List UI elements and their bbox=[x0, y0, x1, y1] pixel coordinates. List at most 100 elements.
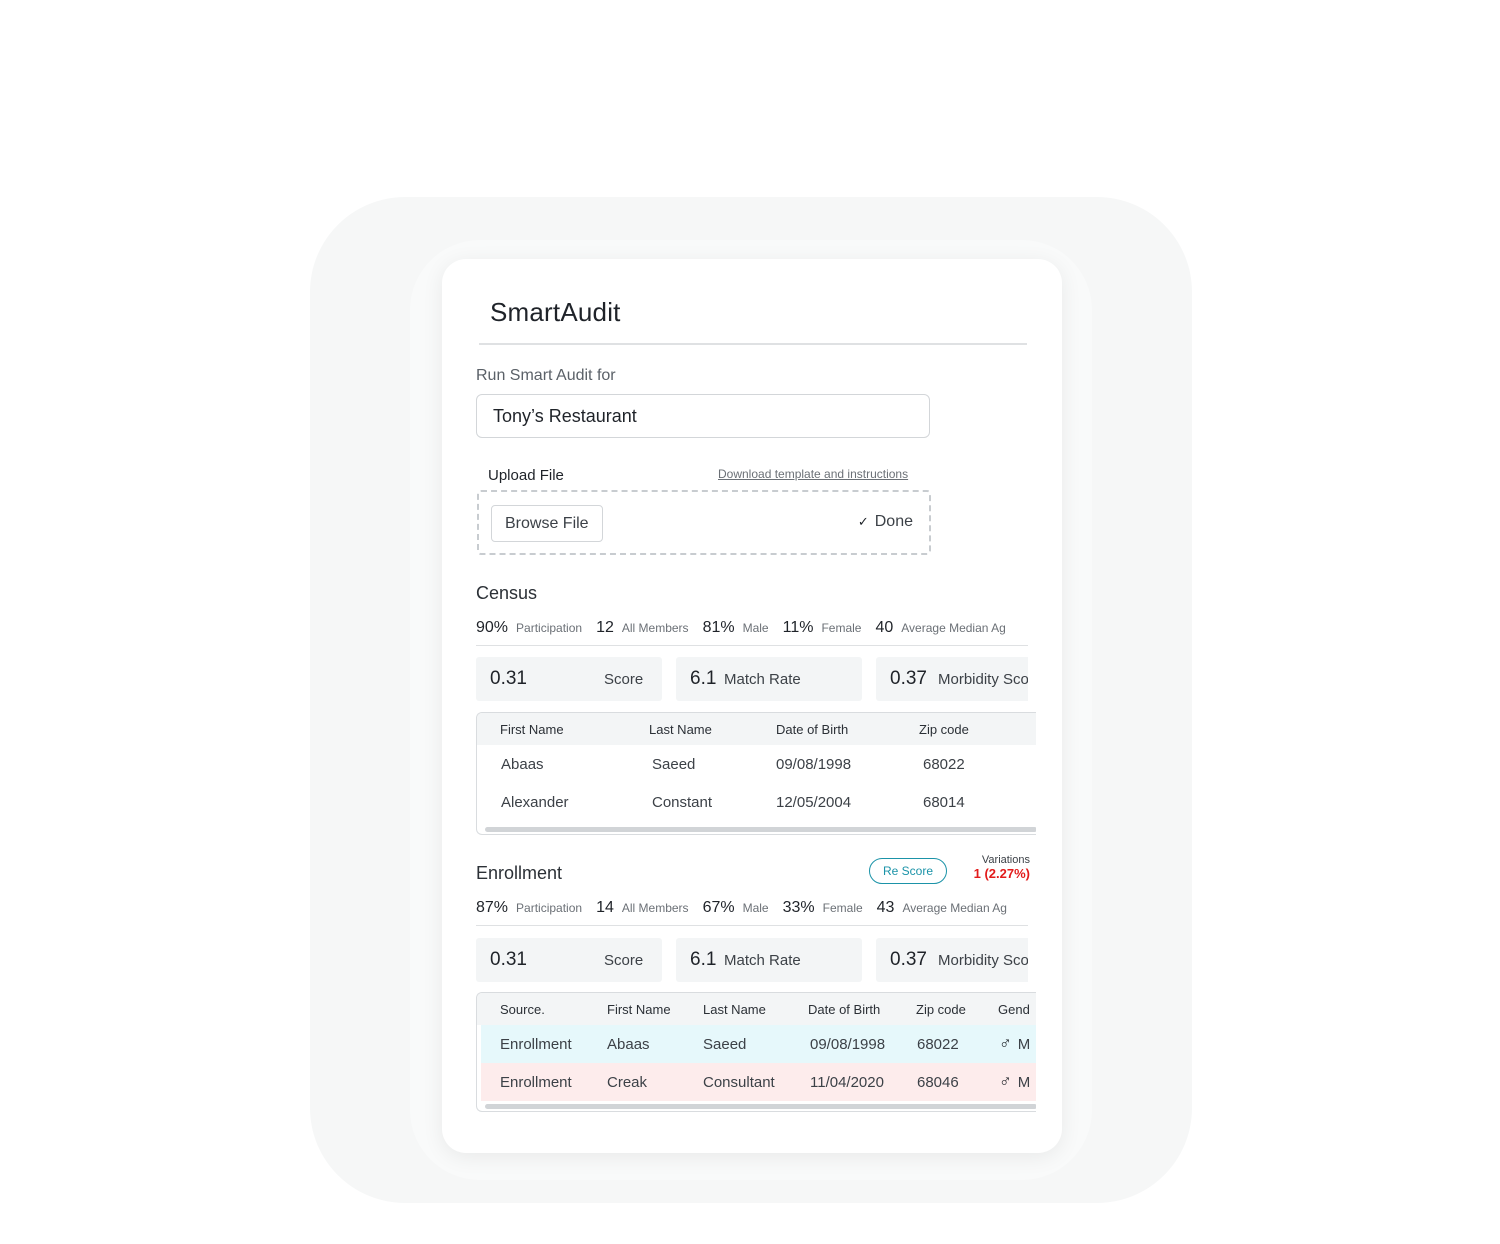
enrollment-stat-female: 33% Female bbox=[783, 899, 863, 917]
table-row[interactable]: Enrollment Creak Consultant 11/04/2020 6… bbox=[481, 1063, 1036, 1101]
cell-last-name: Consultant bbox=[703, 1073, 775, 1091]
stat-label: Female bbox=[821, 621, 862, 635]
enrollment-metric-match-rate: 6.1 Match Rate bbox=[676, 938, 862, 982]
browse-file-button[interactable]: Browse File bbox=[491, 505, 603, 542]
cell-zip: 68022 bbox=[923, 755, 965, 773]
census-stat-female: 11% Female bbox=[783, 619, 862, 637]
stat-value: 87% bbox=[476, 899, 509, 916]
stat-value: 14 bbox=[596, 899, 614, 916]
table-row[interactable]: Abaas Saeed 09/08/1998 68022 bbox=[477, 745, 1036, 783]
stat-label: Female bbox=[822, 901, 863, 915]
cell-gender: ♂ M bbox=[999, 1063, 1030, 1101]
stat-value: 33% bbox=[782, 899, 815, 916]
enrollment-table: Source. First Name Last Name Date of Bir… bbox=[476, 992, 1036, 1112]
column-header: Last Name bbox=[703, 1001, 766, 1017]
census-table: First Name Last Name Date of Birth Zip c… bbox=[476, 712, 1036, 835]
stat-value: 43 bbox=[876, 899, 895, 916]
cell-gender: ♂ M bbox=[999, 1025, 1030, 1063]
census-stat-male: 81% Male bbox=[703, 619, 769, 637]
enrollment-table-header: Source. First Name Last Name Date of Bir… bbox=[477, 993, 1036, 1025]
column-header: Zip code bbox=[916, 1001, 966, 1017]
rescore-button[interactable]: Re Score bbox=[869, 858, 947, 884]
horizontal-scrollbar[interactable] bbox=[485, 1104, 1036, 1109]
census-title: Census bbox=[476, 583, 538, 603]
stat-value: 11% bbox=[782, 619, 814, 636]
metric-value: 6.1 bbox=[690, 668, 717, 689]
cell-first-name: Creak bbox=[607, 1073, 648, 1091]
metric-value: 6.1 bbox=[690, 949, 717, 970]
enrollment-metric-morbidity: 0.37 Morbidity Sco bbox=[876, 938, 1028, 982]
census-metric-score: 0.31 Score bbox=[476, 657, 662, 701]
enrollment-title: Enrollment bbox=[476, 863, 563, 883]
metric-label: Score bbox=[604, 952, 644, 969]
stat-label: All Members bbox=[621, 901, 689, 915]
cell-last-name: Saeed bbox=[652, 755, 696, 773]
stat-label: Male bbox=[742, 621, 769, 635]
download-template-link[interactable]: Download template and instructions bbox=[718, 467, 908, 481]
upload-dropzone[interactable]: Browse File ✓ Done bbox=[477, 490, 931, 555]
metric-value: 0.37 bbox=[890, 949, 927, 970]
table-row[interactable]: Enrollment Abaas Saeed 09/08/1998 68022 … bbox=[481, 1025, 1036, 1063]
census-metric-match-rate: 6.1 Match Rate bbox=[676, 657, 862, 701]
enrollment-metrics: 0.31 Score 6.1 Match Rate 0.37 Morbidity… bbox=[476, 938, 1028, 982]
stat-label: Average Median Ag bbox=[901, 621, 1006, 635]
column-header: Gend bbox=[998, 1001, 1030, 1017]
cell-first-name: Alexander bbox=[501, 793, 569, 811]
column-header: Source. bbox=[500, 1001, 545, 1017]
column-header: Date of Birth bbox=[776, 721, 849, 737]
cell-dob: 09/08/1998 bbox=[810, 1035, 886, 1053]
metric-value: 0.37 bbox=[890, 668, 927, 689]
enrollment-stats: 87% Participation 14 All Members 67% Mal… bbox=[476, 899, 1028, 917]
metric-value: 0.31 bbox=[490, 949, 527, 970]
census-metric-morbidity: 0.37 Morbidity Sco bbox=[876, 657, 1028, 701]
variations-summary: Variations 1 (2.27%) bbox=[968, 854, 1030, 881]
column-header: Zip code bbox=[919, 721, 969, 737]
upload-status-text: Done bbox=[874, 513, 913, 530]
stat-label: Participation bbox=[516, 901, 583, 915]
table-row[interactable]: Alexander Constant 12/05/2004 68014 bbox=[477, 783, 1036, 821]
census-stat-all-members: 12 All Members bbox=[596, 619, 688, 637]
enrollment-stat-all-members: 14 All Members bbox=[596, 899, 688, 917]
cell-source: Enrollment bbox=[500, 1073, 572, 1091]
check-icon: ✓ bbox=[857, 514, 869, 529]
smart-audit-card: SmartAudit Run Smart Audit for Upload Fi… bbox=[442, 259, 1062, 1153]
stat-label: Average Median Ag bbox=[902, 901, 1007, 915]
horizontal-scrollbar[interactable] bbox=[485, 827, 1036, 832]
census-stat-median-age: 40 Average Median Ag bbox=[875, 619, 1005, 637]
stat-label: All Members bbox=[621, 621, 689, 635]
gender-text: M bbox=[1017, 1073, 1031, 1091]
male-icon: ♂ bbox=[999, 1072, 1012, 1091]
gender-text: M bbox=[1017, 1035, 1031, 1053]
company-input[interactable] bbox=[476, 394, 930, 438]
census-metrics: 0.31 Score 6.1 Match Rate 0.37 Morbidity… bbox=[476, 657, 1028, 701]
metric-label: Morbidity Sco bbox=[938, 952, 1028, 969]
cell-last-name: Saeed bbox=[703, 1035, 747, 1053]
stat-label: Participation bbox=[516, 621, 583, 635]
enrollment-stat-participation: 87% Participation bbox=[476, 899, 582, 917]
metric-label: Score bbox=[604, 671, 644, 688]
run-audit-label: Run Smart Audit for bbox=[476, 367, 616, 384]
cell-first-name: Abaas bbox=[501, 755, 544, 773]
cell-dob: 09/08/1998 bbox=[776, 755, 852, 773]
column-header: Date of Birth bbox=[808, 1001, 881, 1017]
cell-dob: 11/04/2020 bbox=[810, 1073, 884, 1091]
cell-source: Enrollment bbox=[500, 1035, 572, 1053]
page-title: SmartAudit bbox=[490, 297, 621, 327]
stat-value: 90% bbox=[476, 619, 509, 636]
stat-value: 81% bbox=[702, 619, 735, 636]
male-icon: ♂ bbox=[999, 1034, 1012, 1053]
enrollment-stats-divider bbox=[476, 925, 1028, 926]
cell-zip: 68022 bbox=[917, 1035, 959, 1053]
column-header: Last Name bbox=[649, 721, 712, 737]
metric-label: Match Rate bbox=[724, 671, 801, 688]
cell-dob: 12/05/2004 bbox=[776, 793, 852, 811]
census-table-header: First Name Last Name Date of Birth Zip c… bbox=[477, 713, 1036, 745]
enrollment-stat-male: 67% Male bbox=[703, 899, 769, 917]
enrollment-metric-score: 0.31 Score bbox=[476, 938, 662, 982]
upload-file-label: Upload File bbox=[488, 467, 564, 484]
stat-value: 40 bbox=[875, 619, 894, 636]
variations-label: Variations bbox=[981, 854, 1030, 866]
column-header: First Name bbox=[500, 721, 564, 737]
cell-first-name: Abaas bbox=[607, 1035, 650, 1053]
census-stat-participation: 90% Participation bbox=[476, 619, 582, 637]
